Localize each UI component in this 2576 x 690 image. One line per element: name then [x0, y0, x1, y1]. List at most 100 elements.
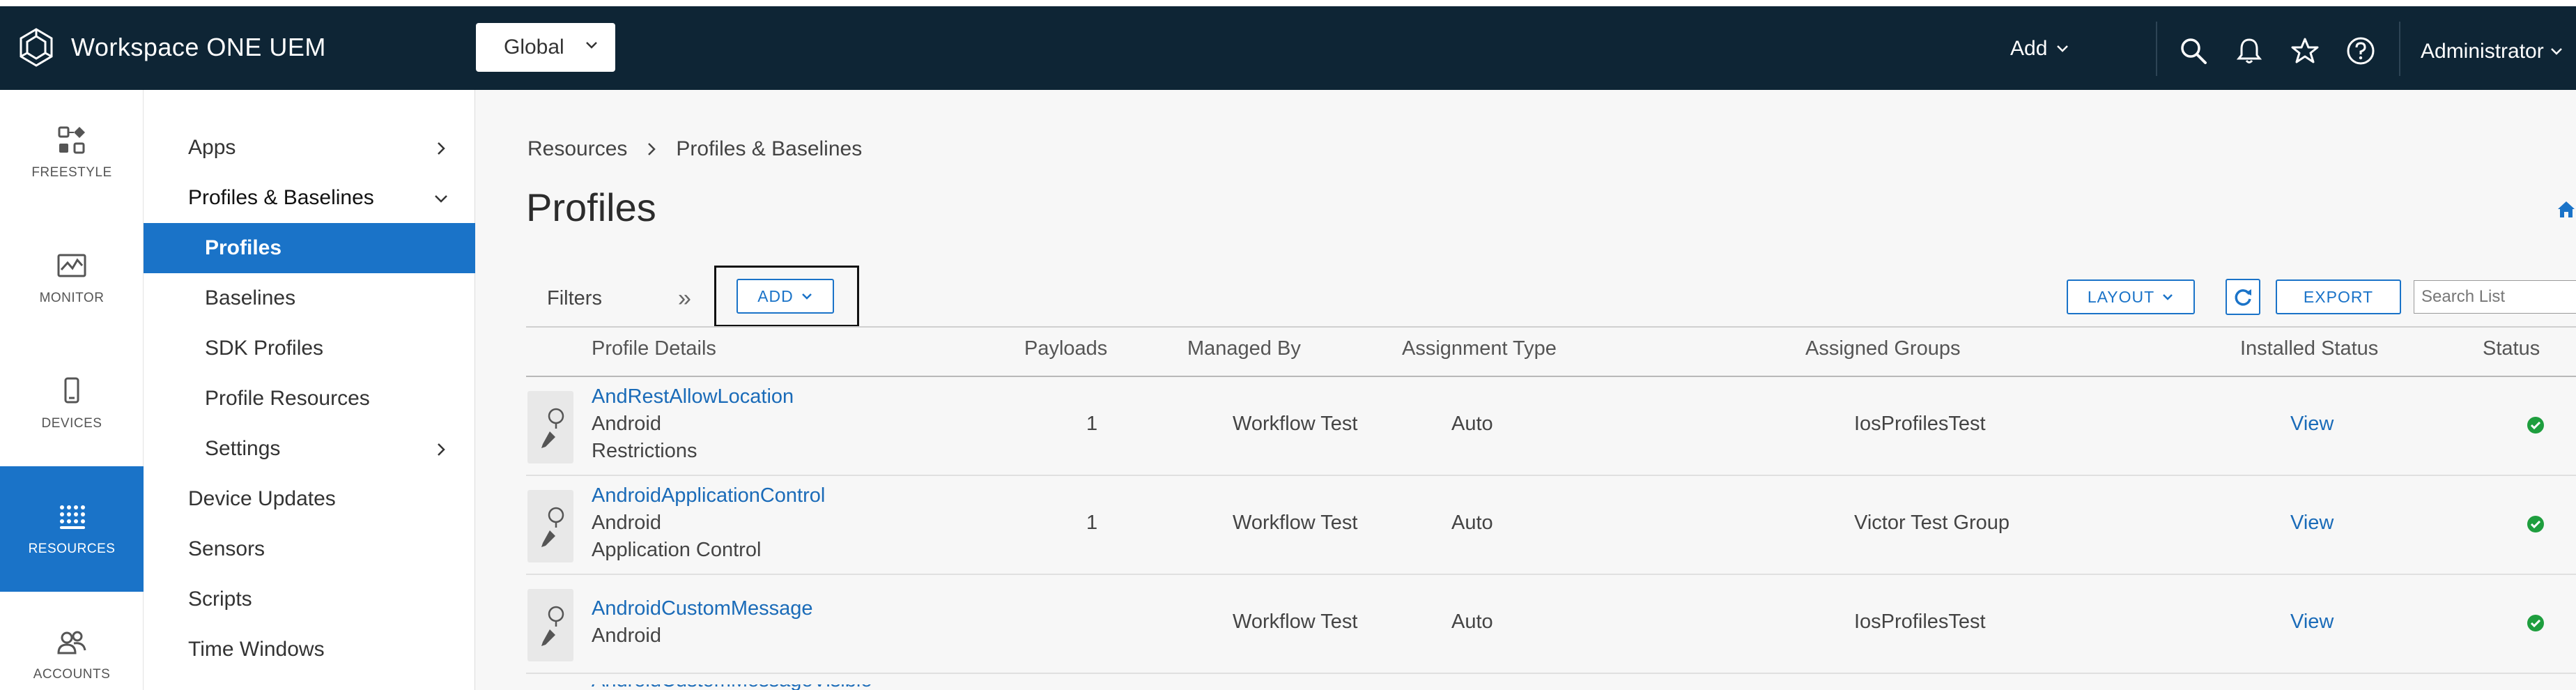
assignment-type: Auto [1451, 413, 1493, 435]
table-row[interactable]: AndRestAllowLocation Android Restriction… [526, 377, 2576, 476]
status-active-icon [2527, 615, 2544, 631]
nav-item-label: Time Windows [188, 638, 325, 661]
organization-group-selector[interactable]: Global [476, 23, 615, 72]
edit-view-icon [541, 507, 564, 547]
layout-button-label: LAYOUT [2087, 287, 2155, 306]
freestyle-icon [58, 126, 85, 154]
add-button[interactable]: ADD [736, 279, 834, 314]
rail-item-accounts[interactable]: ACCOUNTS [0, 592, 144, 690]
profile-platform: Android [592, 624, 661, 647]
export-button-label: EXPORT [2303, 287, 2374, 306]
rail-item-devices[interactable]: DEVICES [0, 341, 144, 466]
nav-item-baselines[interactable]: Baselines [144, 273, 475, 323]
column-header-installed-status[interactable]: Installed Status [2240, 337, 2378, 360]
page-title: Profiles [526, 185, 656, 229]
chevron-down-icon [2550, 48, 2562, 55]
star-icon[interactable] [2290, 36, 2320, 66]
assignment-type: Auto [1451, 611, 1493, 633]
search-icon[interactable] [2178, 36, 2209, 66]
column-header-managed-by[interactable]: Managed By [1187, 337, 1301, 360]
rail-label: FREESTYLE [31, 165, 112, 180]
assigned-groups: IosProfilesTest [1854, 611, 1986, 633]
header-add-menu[interactable]: Add [2010, 37, 2069, 61]
nav-item-label: Profiles & Baselines [188, 186, 374, 209]
edit-view-icon [541, 408, 564, 448]
help-icon[interactable] [2345, 36, 2376, 66]
chevron-right-icon [438, 443, 445, 456]
profile-name-link[interactable]: AndRestAllowLocation [592, 385, 794, 408]
search-list-input[interactable]: Search List [2414, 280, 2576, 314]
managed-by: Workflow Test [1233, 611, 1358, 633]
chevron-down-icon [801, 293, 812, 300]
home-icon[interactable] [2556, 199, 2576, 220]
profile-platform: Android [592, 413, 661, 435]
status-active-icon [2527, 516, 2544, 532]
add-button-label: ADD [757, 286, 794, 305]
refresh-button[interactable] [2226, 279, 2260, 315]
profile-name-link[interactable]: AndroidCustomMessageVisible [592, 684, 872, 690]
nav-item-profile-resources[interactable]: Profile Resources [144, 374, 475, 424]
workspace-one-logo-icon [20, 28, 53, 67]
rail-label: RESOURCES [28, 542, 116, 556]
nav-item-device-updates[interactable]: Device Updates [144, 474, 475, 524]
user-menu[interactable]: Administrator [2421, 40, 2563, 63]
export-button[interactable]: EXPORT [2276, 279, 2401, 314]
managed-by: Workflow Test [1233, 512, 1358, 534]
table-row[interactable]: AndroidApplicationControl Android Applic… [526, 476, 2576, 575]
nav-item-label: SDK Profiles [205, 337, 324, 360]
rail-label: ACCOUNTS [33, 667, 111, 682]
chevron-down-icon [586, 42, 597, 49]
header-divider [2399, 22, 2400, 76]
bell-icon[interactable] [2234, 36, 2265, 66]
profile-name-link[interactable]: AndroidApplicationControl [592, 484, 825, 507]
grid-top-border [526, 326, 2576, 328]
column-header-assignment-type[interactable]: Assignment Type [1402, 337, 1557, 360]
nav-item-label: Scripts [188, 588, 252, 611]
payload-count: 1 [1086, 413, 1098, 435]
installed-status-view-link[interactable]: View [2290, 413, 2334, 436]
rail-item-resources[interactable]: RESOURCES [0, 466, 144, 592]
profile-name-link[interactable]: AndroidCustomMessage [592, 597, 813, 620]
assignment-type: Auto [1451, 512, 1493, 534]
nav-item-scripts[interactable]: Scripts [144, 574, 475, 624]
breadcrumb-profiles-baselines[interactable]: Profiles & Baselines [676, 137, 862, 161]
app-title: Workspace ONE UEM [71, 33, 326, 61]
nav-item-sensors[interactable]: Sensors [144, 524, 475, 574]
rail-item-monitor[interactable]: MONITOR [0, 215, 144, 341]
nav-item-settings[interactable]: Settings [144, 424, 475, 474]
refresh-icon [2235, 289, 2251, 306]
column-header-status[interactable]: Status [2483, 337, 2540, 360]
nav-item-time-windows[interactable]: Time Windows [144, 624, 475, 675]
edit-profile-button[interactable] [527, 391, 573, 463]
filters-label[interactable]: Filters [547, 287, 602, 310]
chevron-right-icon [648, 143, 656, 155]
nav-item-apps[interactable]: Apps [144, 123, 475, 173]
top-border [0, 0, 2576, 6]
nav-item-label: Device Updates [188, 487, 336, 510]
main-content: Resources Profiles & Baselines Profiles … [476, 90, 2576, 690]
breadcrumb-resources[interactable]: Resources [527, 137, 627, 161]
expand-filters-icon[interactable]: » [678, 285, 691, 312]
edit-profile-button[interactable] [527, 490, 573, 562]
nav-item-label: Sensors [188, 537, 265, 560]
nav-item-label: Apps [188, 136, 236, 159]
logo[interactable]: Workspace ONE UEM [15, 23, 326, 72]
installed-status-view-link[interactable]: View [2290, 611, 2334, 634]
table-row-partial[interactable]: AndroidCustomMessageVisible [526, 684, 944, 690]
rail-item-freestyle[interactable]: FREESTYLE [0, 90, 144, 215]
installed-status-view-link[interactable]: View [2290, 512, 2334, 535]
chevron-down-icon [2057, 45, 2069, 52]
edit-profile-button[interactable] [527, 589, 573, 661]
nav-item-profiles[interactable]: Profiles [144, 223, 475, 273]
column-header-profile-details[interactable]: Profile Details [592, 337, 716, 360]
search-placeholder: Search List [2421, 287, 2506, 306]
rail-label: MONITOR [39, 291, 105, 305]
column-header-payloads[interactable]: Payloads [1024, 337, 1107, 360]
layout-button[interactable]: LAYOUT [2067, 279, 2195, 314]
nav-item-label: Settings [205, 437, 281, 460]
nav-item-sdk-profiles[interactable]: SDK Profiles [144, 323, 475, 374]
nav-item-profiles-baselines[interactable]: Profiles & Baselines [144, 173, 475, 223]
nav-item-label: Baselines [205, 286, 296, 309]
table-row[interactable]: AndroidCustomMessage Android Workflow Te… [526, 575, 2576, 674]
column-header-assigned-groups[interactable]: Assigned Groups [1805, 337, 1960, 360]
